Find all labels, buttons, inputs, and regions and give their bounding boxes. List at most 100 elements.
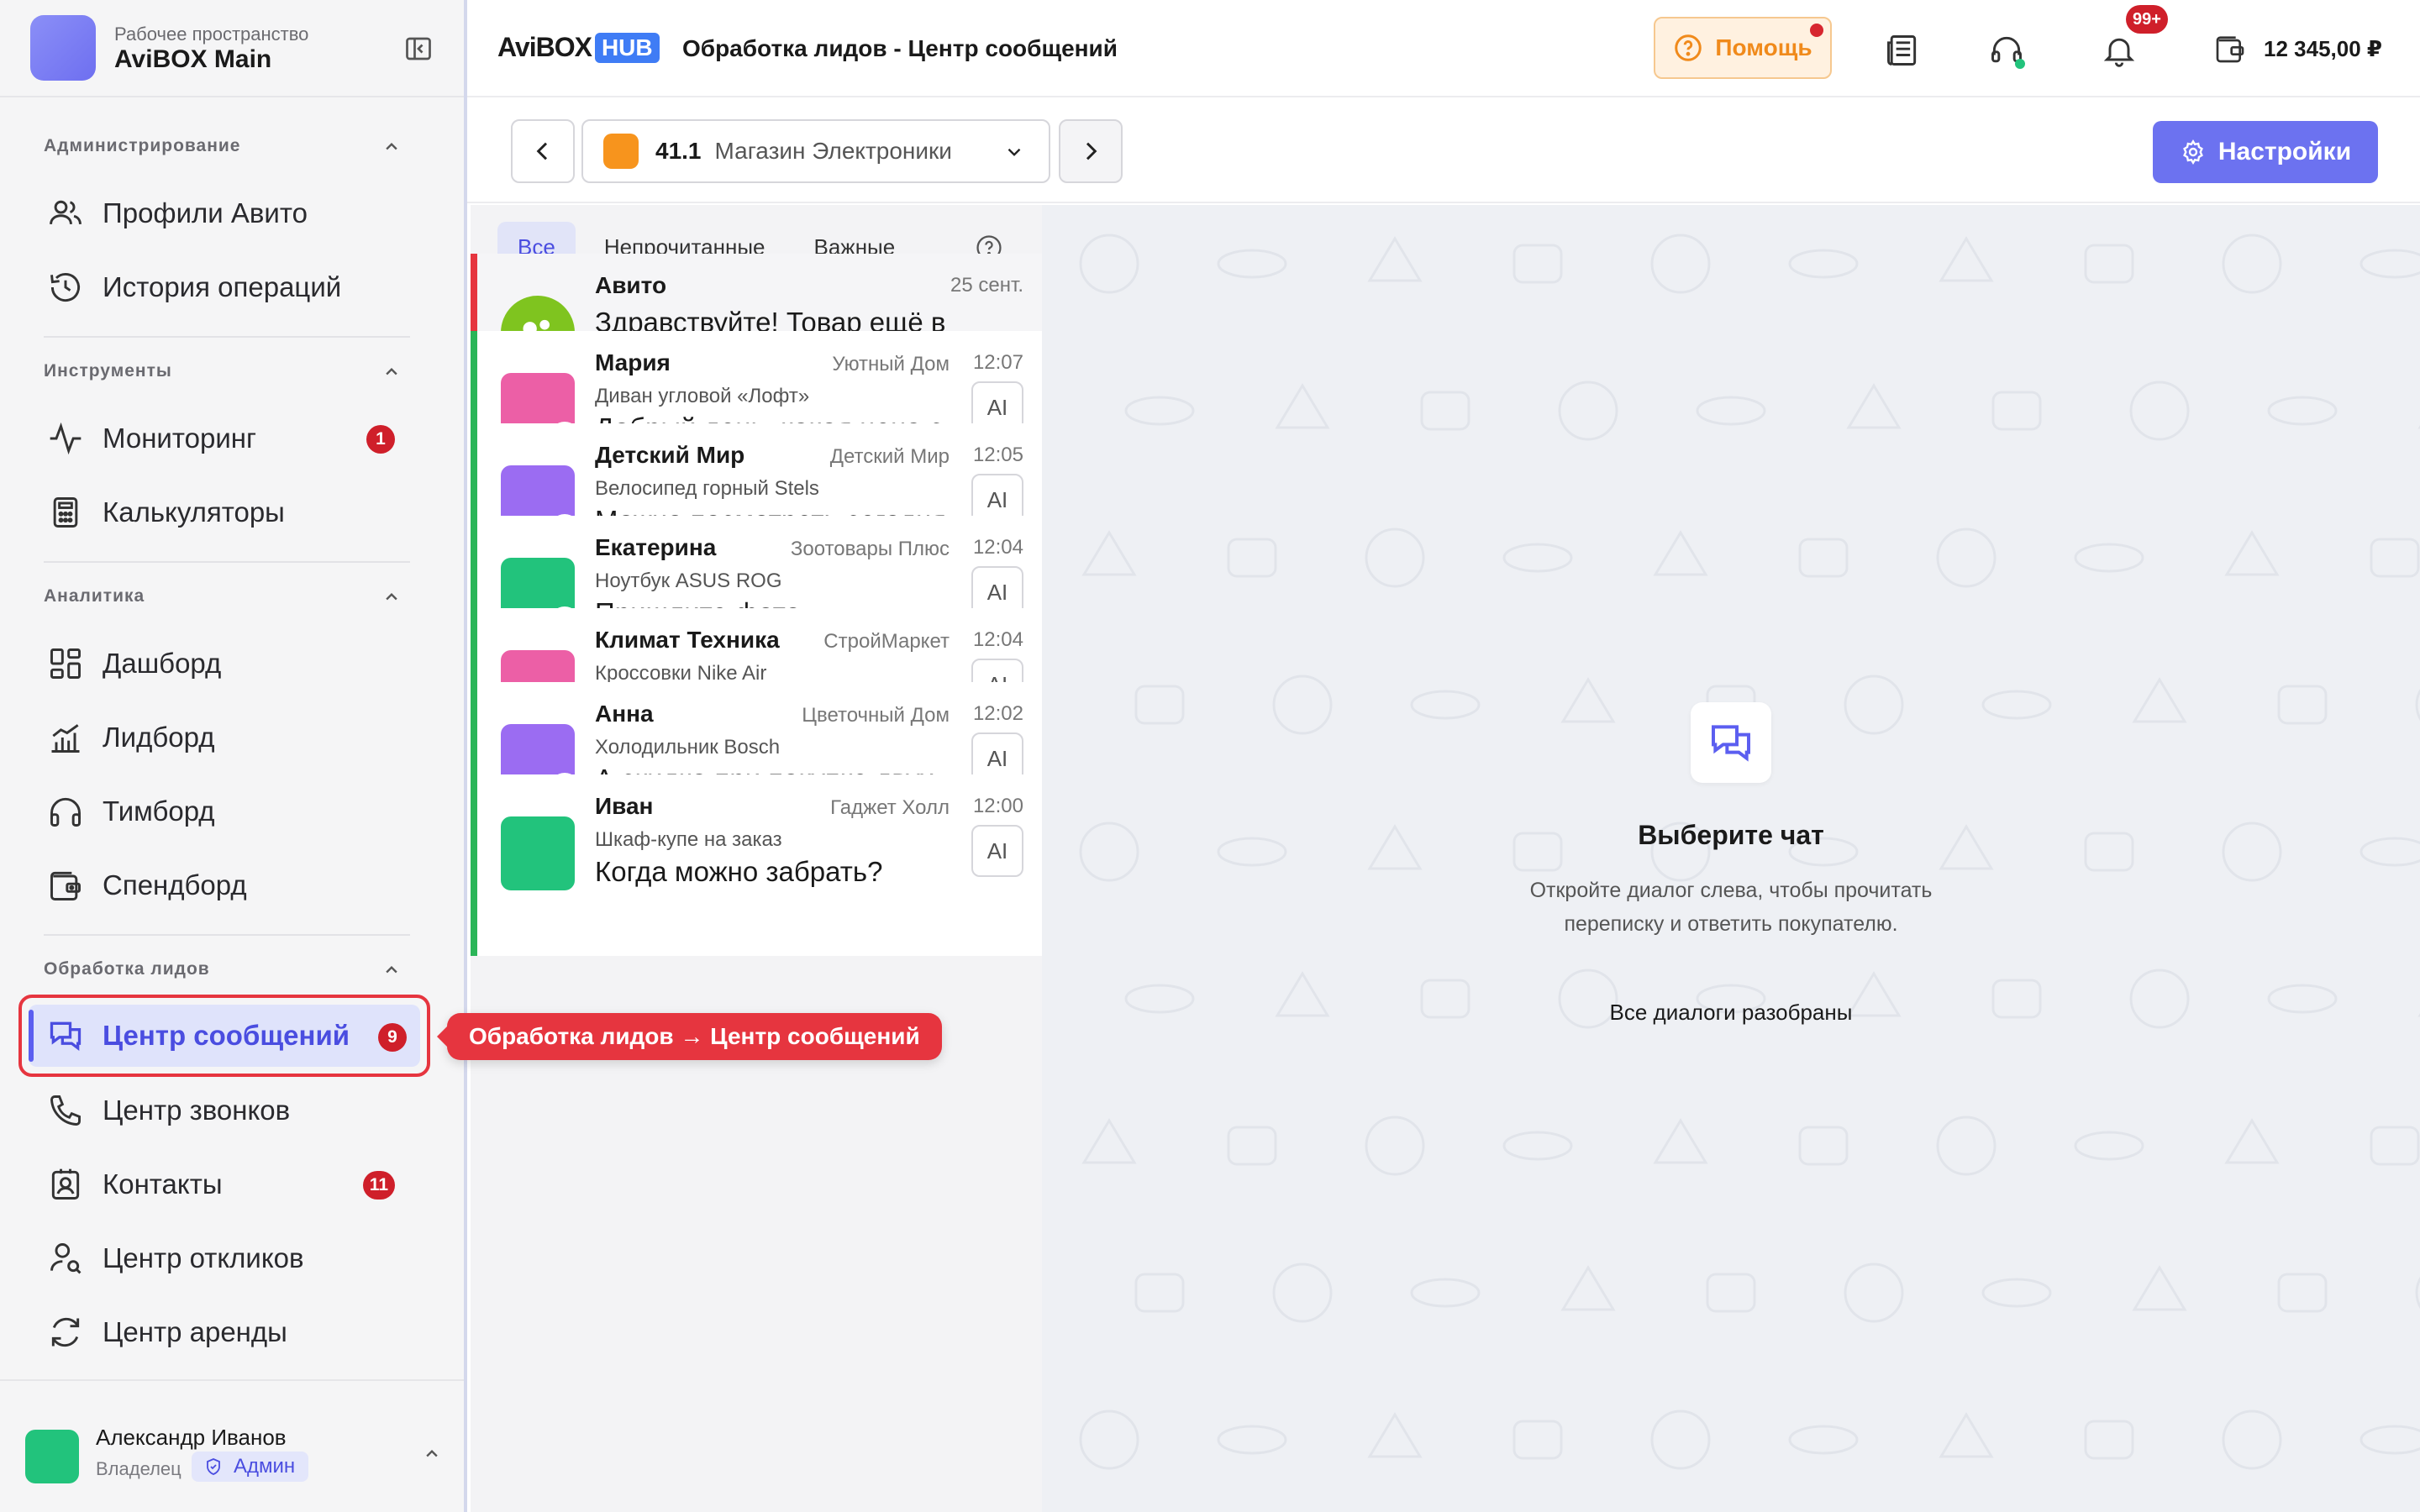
background-doodle xyxy=(2277,685,2328,725)
background-doodle xyxy=(2360,249,2420,279)
background-doodle xyxy=(2132,677,2187,723)
background-doodle xyxy=(1936,1116,1996,1176)
sidebar-item-label: Центр аренды xyxy=(103,1316,287,1347)
background-doodle xyxy=(1798,1126,1849,1166)
next-shop-button[interactable] xyxy=(1059,119,1123,183)
background-doodle xyxy=(2224,1118,2280,1164)
sidebar-item-label: Дашборд xyxy=(103,648,222,679)
user-name: Александр Иванов xyxy=(96,1425,287,1450)
sidebar-item-label: Спендборд xyxy=(103,869,247,900)
shop-select[interactable]: 41.1 Магазин Электроники xyxy=(581,119,1050,183)
dialog-item-title: Ноутбук ASUS ROG xyxy=(595,570,782,592)
background-doodle xyxy=(1696,396,1766,426)
background-doodle xyxy=(2277,1273,2328,1313)
sidebar-item-calculators[interactable]: Калькуляторы xyxy=(37,482,415,543)
empty-chat-icon-box xyxy=(1691,702,1771,783)
sidebar: Рабочее пространство AviBOX Main Админис… xyxy=(0,0,467,1512)
sidebar-item-label: Контакты xyxy=(103,1168,223,1200)
chevron-up-icon[interactable] xyxy=(380,958,403,981)
background-doodle xyxy=(2222,1410,2282,1470)
background-doodle xyxy=(1936,528,1996,588)
background-doodle xyxy=(1653,530,1708,576)
sidebar-item-label: Центр сообщений xyxy=(103,1020,350,1051)
dialog-item-title: Шкаф-купе на заказ xyxy=(595,828,782,851)
user-search-icon xyxy=(50,1243,82,1274)
background-doodle xyxy=(1844,1263,1904,1323)
workspace-header[interactable]: Рабочее пространство AviBOX Main xyxy=(0,0,464,97)
background-doodle xyxy=(1706,1273,1756,1313)
background-doodle xyxy=(1939,236,1994,282)
user-profile[interactable]: Александр Иванов Владелец Админ xyxy=(0,1379,464,1512)
chevron-down-icon xyxy=(1007,148,1021,156)
background-doodle xyxy=(1991,391,2042,431)
sidebar-item-message-center[interactable]: Центр сообщений 9 xyxy=(18,995,430,1077)
background-doodle xyxy=(1788,1425,1859,1455)
refresh-icon xyxy=(51,1317,80,1347)
background-doodle xyxy=(1560,1265,1616,1311)
help-circle-icon xyxy=(1675,34,1702,61)
sidebar-item-responses-center[interactable]: Центр откликов xyxy=(37,1228,415,1289)
brand-name: AviBOX xyxy=(497,32,592,62)
page-title: Обработка лидов - Центр сообщений xyxy=(682,35,1118,61)
brand-hub-badge: HUB xyxy=(594,32,660,63)
dialog-time: 12:04 xyxy=(972,536,1023,559)
sidebar-item-rental-center[interactable]: Центр аренды xyxy=(37,1302,415,1362)
settings-button[interactable]: Настройки xyxy=(2153,121,2378,183)
background-doodle xyxy=(2129,381,2190,441)
empty-state-note: Все диалоги разобраны xyxy=(1609,1000,1853,1025)
chevron-up-icon[interactable] xyxy=(380,585,403,608)
sidebar-item-contacts[interactable]: Контакты 11 xyxy=(37,1154,415,1215)
sidebar-item-spendboard[interactable]: Спендборд xyxy=(37,855,415,916)
sidebar-item-call-center[interactable]: Центр звонков xyxy=(37,1080,415,1141)
background-doodle xyxy=(2370,538,2420,578)
background-doodle xyxy=(1420,391,1470,431)
dialog-last-message: Когда можно забрать? xyxy=(595,856,883,887)
help-button[interactable]: Помощь xyxy=(1654,17,1832,79)
dialog-time: 12:02 xyxy=(972,702,1023,725)
dialog-time: 12:04 xyxy=(972,628,1023,651)
section-divider xyxy=(44,561,410,563)
background-doodle xyxy=(1846,383,1902,429)
background-doodle xyxy=(1650,1410,1711,1470)
prev-shop-button[interactable] xyxy=(511,119,575,183)
chevron-up-icon[interactable] xyxy=(380,134,403,158)
brand-logo[interactable]: AviBOX HUB xyxy=(497,32,660,63)
section-title-analytics: Аналитика xyxy=(44,586,145,606)
workspace-name: AviBOX Main xyxy=(114,45,272,73)
activity-icon xyxy=(50,422,82,455)
sidebar-item-monitoring[interactable]: Мониторинг 1 xyxy=(37,408,415,469)
background-doodle xyxy=(1217,1425,1287,1455)
dialog-time: 12:00 xyxy=(972,795,1023,817)
background-doodle xyxy=(1512,1420,1563,1460)
dialog-name: Климат Техника xyxy=(595,627,780,653)
section-divider xyxy=(44,934,410,936)
sidebar-item-dashboard[interactable]: Дашборд xyxy=(37,633,415,694)
contacts-badge: 11 xyxy=(362,1171,395,1200)
sidebar-item-avito-profiles[interactable]: Профили Авито xyxy=(37,183,415,244)
dialog-name: Детский Мир xyxy=(595,442,745,468)
sidebar-item-teamboard[interactable]: Тимборд xyxy=(37,781,415,842)
dialog-time: 25 сент. xyxy=(950,274,1023,297)
bell-icon[interactable] xyxy=(2101,32,2138,69)
sidebar-collapse-icon[interactable] xyxy=(403,34,434,64)
background-doodle xyxy=(1650,234,1711,294)
chevron-up-icon[interactable] xyxy=(420,1441,444,1465)
dialog-shop: Гаджет Холл xyxy=(830,796,950,819)
balance[interactable]: 12 345,00 ₽ xyxy=(2213,32,2382,66)
sidebar-item-operations-history[interactable]: История операций xyxy=(37,257,415,318)
balance-amount: 12 345,00 ₽ xyxy=(2264,35,2382,61)
settings-button-label: Настройки xyxy=(2217,138,2352,165)
dialog-list-item[interactable]: Иван Гаджет Холл 12:00 Шкаф-купе на заказ Ко… xyxy=(471,774,1042,956)
news-icon[interactable] xyxy=(1884,32,1921,69)
chevron-up-icon[interactable] xyxy=(380,360,403,383)
chat-background-pattern xyxy=(1079,234,2420,1470)
history-icon xyxy=(50,272,80,302)
contacts-icon xyxy=(51,1168,80,1200)
users-icon xyxy=(50,200,82,224)
dialog-name: Мария xyxy=(595,349,671,375)
dialog-time: 12:07 xyxy=(972,351,1023,374)
ai-reply-button[interactable]: AI xyxy=(971,825,1023,877)
monitoring-badge: 1 xyxy=(366,425,395,454)
shop-number: 41.1 xyxy=(655,138,702,164)
sidebar-item-leadboard[interactable]: Лидборд xyxy=(37,707,415,768)
